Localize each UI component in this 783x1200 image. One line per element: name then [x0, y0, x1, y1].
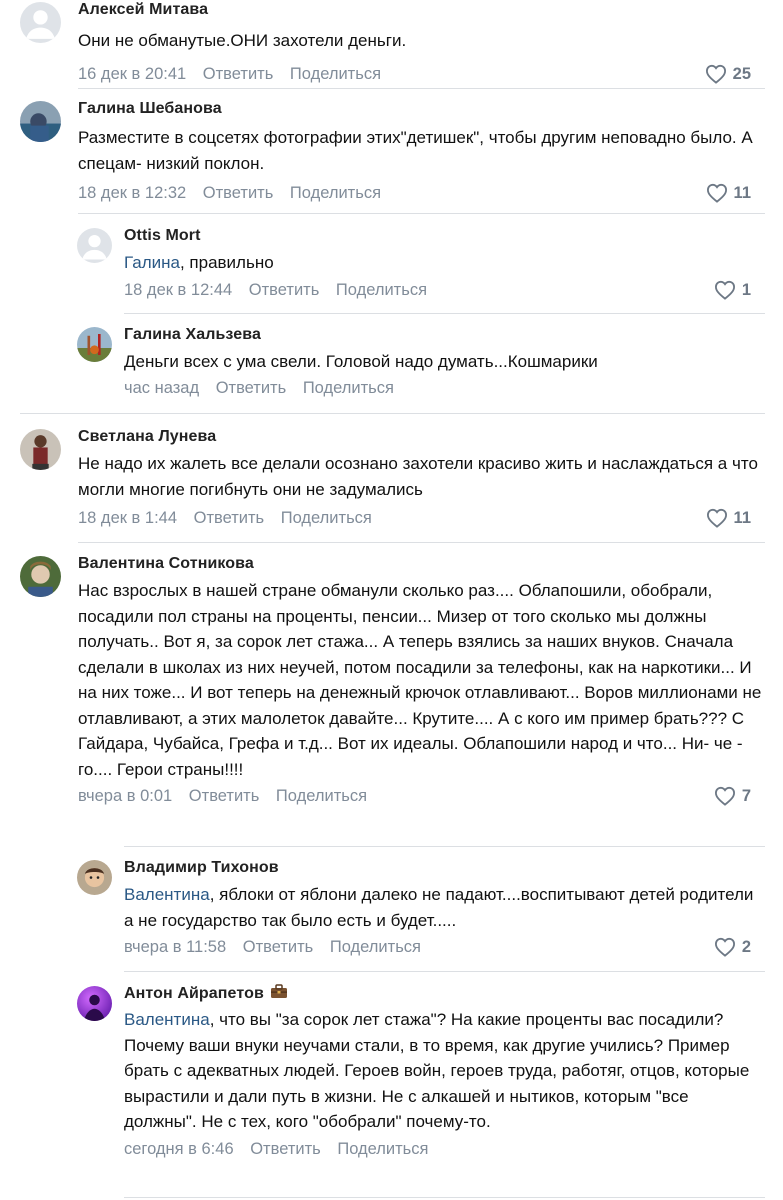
share-button[interactable]: Поделиться: [336, 281, 427, 299]
divider: [20, 413, 765, 414]
like-button[interactable]: 7: [714, 784, 763, 808]
comment-meta: вчера в 11:58 Ответить Поделиться 2: [124, 935, 763, 959]
heart-icon: [714, 937, 735, 957]
divider: [78, 88, 765, 89]
comment-meta: 18 дек в 12:44 Ответить Поделиться 1: [124, 278, 763, 302]
reply-button[interactable]: Ответить: [194, 509, 265, 527]
like-button[interactable]: 2: [714, 935, 763, 959]
comment-text: Валентина, что вы "за сорок лет стажа"? …: [124, 1007, 763, 1135]
timestamp[interactable]: час назад: [124, 379, 199, 397]
share-button[interactable]: Поделиться: [290, 65, 381, 83]
like-count: 2: [741, 938, 751, 956]
divider: [78, 213, 765, 214]
avatar-placeholder[interactable]: [20, 2, 61, 43]
comment-text: Галина, правильно: [124, 250, 763, 276]
timestamp[interactable]: 16 дек в 20:41: [78, 65, 186, 83]
share-button[interactable]: Поделиться: [303, 379, 394, 397]
reply-button[interactable]: Ответить: [203, 65, 274, 83]
reply-button[interactable]: Ответить: [216, 379, 287, 397]
author-name[interactable]: Галина Шебанова: [78, 99, 763, 119]
comment-meta: 16 дек в 20:41 Ответить Поделиться 25: [78, 62, 763, 86]
heart-icon: [706, 183, 727, 203]
like-button[interactable]: 25: [705, 62, 763, 86]
author-name[interactable]: Светлана Лунева: [78, 427, 763, 447]
avatar[interactable]: [77, 327, 112, 362]
share-button[interactable]: Поделиться: [337, 1140, 428, 1158]
comment-text: Разместите в соцсетях фотографии этих"де…: [78, 128, 753, 173]
comment-text: Валентина, яблоки от яблони далеко не па…: [124, 882, 763, 933]
timestamp[interactable]: 18 дек в 1:44: [78, 509, 177, 527]
comment-meta: 18 дек в 1:44 Ответить Поделиться 11: [78, 506, 763, 530]
avatar[interactable]: [20, 556, 61, 597]
divider: [124, 846, 765, 847]
timestamp[interactable]: вчера в 11:58: [124, 938, 226, 956]
heart-icon: [705, 64, 726, 84]
like-count: 7: [741, 787, 751, 805]
timestamp[interactable]: 18 дек в 12:44: [124, 281, 232, 299]
like-count: 25: [732, 64, 751, 83]
heart-icon: [714, 280, 735, 300]
avatar[interactable]: [77, 986, 112, 1021]
like-count: 11: [733, 509, 751, 527]
author-name[interactable]: Антон Айрапетов: [124, 984, 763, 1004]
mention-link[interactable]: Валентина: [124, 885, 210, 904]
comment-text: Деньги всех с ума свели. Головой надо ду…: [124, 352, 598, 371]
reply-button[interactable]: Ответить: [243, 938, 314, 956]
like-count: 11: [733, 184, 751, 202]
heart-icon: [706, 508, 727, 528]
mention-link[interactable]: Галина: [124, 253, 180, 272]
comment-text-body: , правильно: [179, 253, 274, 272]
author-name[interactable]: Валентина Сотникова: [78, 554, 763, 574]
author-name[interactable]: Галина Хальзева: [124, 325, 763, 345]
reply-button[interactable]: Ответить: [249, 281, 320, 299]
avatar-placeholder[interactable]: [77, 228, 112, 263]
timestamp[interactable]: вчера в 0:01: [78, 787, 172, 805]
share-button[interactable]: Поделиться: [276, 787, 367, 805]
share-button[interactable]: Поделиться: [281, 509, 372, 527]
reply-button[interactable]: Ответить: [189, 787, 260, 805]
like-button[interactable]: 11: [706, 181, 763, 205]
like-button[interactable]: 1: [714, 278, 763, 302]
share-button[interactable]: Поделиться: [290, 184, 381, 202]
like-button[interactable]: 11: [706, 506, 763, 530]
avatar[interactable]: [20, 101, 61, 142]
like-count: 1: [741, 280, 751, 299]
divider: [124, 313, 765, 314]
comment-text-body: , яблоки от яблони далеко не падают....в…: [124, 885, 754, 930]
timestamp[interactable]: сегодня в 6:46: [124, 1140, 234, 1158]
reply-button[interactable]: Ответить: [250, 1140, 321, 1158]
comment-meta: сегодня в 6:46 Ответить Поделиться: [124, 1137, 763, 1161]
heart-icon: [714, 786, 735, 806]
timestamp[interactable]: 18 дек в 12:32: [78, 184, 186, 202]
comment-meta: вчера в 0:01 Ответить Поделиться 7: [78, 784, 763, 808]
reply-button[interactable]: Ответить: [203, 184, 274, 202]
share-button[interactable]: Поделиться: [330, 938, 421, 956]
author-name-text: Антон Айрапетов: [124, 985, 264, 1002]
comment-meta: час назад Ответить Поделиться: [124, 376, 763, 400]
divider: [78, 542, 765, 543]
divider: [124, 1197, 765, 1198]
briefcase-icon: [270, 984, 287, 998]
comment-meta: 18 дек в 12:32 Ответить Поделиться 11: [78, 181, 763, 205]
comment-text: Нас взрослых в нашей стране обманули ско…: [78, 581, 762, 779]
comment-text-body: , что вы "за сорок лет стажа"? На какие …: [124, 1010, 750, 1131]
divider: [124, 971, 765, 972]
avatar[interactable]: [77, 860, 112, 895]
author-name[interactable]: Алексей Митава: [78, 0, 763, 20]
mention-link[interactable]: Валентина: [124, 1010, 210, 1029]
author-name[interactable]: Владимир Тихонов: [124, 858, 763, 878]
author-name[interactable]: Ottis Mort: [124, 226, 763, 246]
comment-text: Не надо их жалеть все делали осознано за…: [78, 454, 758, 499]
comment-text: Они не обманутые.ОНИ захотели деньги.: [78, 31, 407, 50]
avatar[interactable]: [20, 429, 61, 470]
